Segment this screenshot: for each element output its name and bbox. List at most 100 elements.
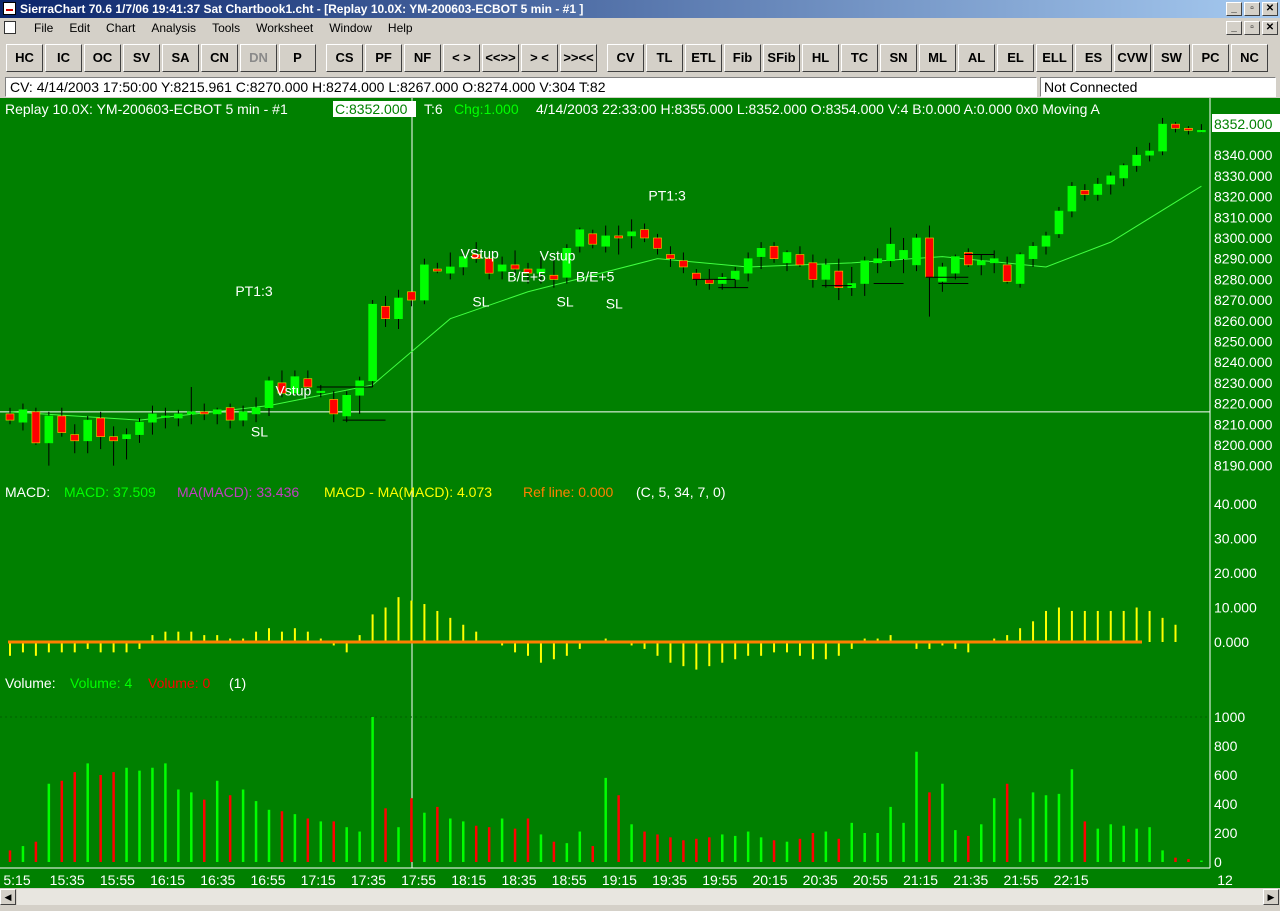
price-tick-label: 8300.000 xyxy=(1214,230,1273,246)
menu-worksheet[interactable]: Worksheet xyxy=(248,18,321,38)
toolbar-button-cv[interactable]: CV xyxy=(607,44,644,72)
candle-body xyxy=(679,260,688,268)
toolbar-button-tc[interactable]: TC xyxy=(841,44,878,72)
toolbar-button-cvw[interactable]: CVW xyxy=(1114,44,1151,72)
toolbar-button-fib[interactable]: Fib xyxy=(724,44,761,72)
toolbar-button-cn[interactable]: CN xyxy=(201,44,238,72)
toolbar-button-13[interactable]: > < xyxy=(521,44,558,72)
time-tick-label: 19:55 xyxy=(702,872,737,888)
scroll-track[interactable] xyxy=(17,889,1263,905)
toolbar-button-etl[interactable]: ETL xyxy=(685,44,722,72)
candle-body xyxy=(821,264,831,280)
app-icon[interactable] xyxy=(3,2,16,15)
time-tick-label: 16:55 xyxy=(250,872,285,888)
document-icon[interactable] xyxy=(4,21,16,34)
child-minimize-button[interactable]: _ xyxy=(1226,21,1242,35)
time-tick-label: 16:35 xyxy=(200,872,235,888)
chart-area[interactable]: Replay 10.0X: YM-200603-ECBOT 5 min - #1… xyxy=(0,98,1280,888)
toolbar-button-ml[interactable]: ML xyxy=(919,44,956,72)
close-button[interactable]: ✕ xyxy=(1262,2,1278,16)
toolbar-button-hc[interactable]: HC xyxy=(6,44,43,72)
minimize-button[interactable]: _ xyxy=(1226,2,1242,16)
scroll-left-arrow-icon[interactable]: ◀ xyxy=(0,889,16,905)
toolbar-button-p[interactable]: P xyxy=(279,44,316,72)
volume-down-value: Volume: 0 xyxy=(148,675,210,691)
toolbar-button-nf[interactable]: NF xyxy=(404,44,441,72)
maximize-button[interactable]: ▫ xyxy=(1244,2,1260,16)
toolbar-button-12[interactable]: <<>> xyxy=(482,44,519,72)
candle-body xyxy=(1002,264,1012,282)
horizontal-scrollbar[interactable]: ◀ ▶ xyxy=(0,888,1280,906)
candle-body xyxy=(420,264,429,301)
toolbar-button-tl[interactable]: TL xyxy=(646,44,683,72)
candle-body xyxy=(5,413,15,421)
price-tick-label: 8310.000 xyxy=(1214,209,1273,225)
candle-body xyxy=(1015,254,1025,284)
price-tick-label: 8220.000 xyxy=(1214,396,1273,412)
candle-body xyxy=(666,254,675,259)
candle-body xyxy=(109,436,118,442)
menu-tools[interactable]: Tools xyxy=(204,18,248,38)
time-tick-label: 21:35 xyxy=(953,872,988,888)
toolbar-button-oc[interactable]: OC xyxy=(84,44,121,72)
candle-body xyxy=(148,413,157,423)
candle-body xyxy=(1132,154,1141,166)
candle-body xyxy=(1067,185,1077,212)
time-tick-label: 20:35 xyxy=(803,872,838,888)
candle-body xyxy=(653,237,662,249)
toolbar-button-sfib[interactable]: SFib xyxy=(763,44,800,72)
toolbar: HC IC OC SV SA CN DN P CS PF NF < > <<>> > < >><< CV TL E… xyxy=(0,40,1280,74)
toolbar-button-pc[interactable]: PC xyxy=(1192,44,1229,72)
toolbar-button-es[interactable]: ES xyxy=(1075,44,1112,72)
toolbar-button-hl[interactable]: HL xyxy=(802,44,839,72)
price-tick-label: 8330.000 xyxy=(1214,168,1273,184)
toolbar-button-nc[interactable]: NC xyxy=(1231,44,1268,72)
toolbar-button-el[interactable]: EL xyxy=(997,44,1034,72)
toolbar-button-ell[interactable]: ELL xyxy=(1036,44,1073,72)
macd-tick-label: 0.000 xyxy=(1214,634,1249,650)
toolbar-button-pf[interactable]: PF xyxy=(365,44,402,72)
menu-help[interactable]: Help xyxy=(380,18,421,38)
chart-annotation: Vstup xyxy=(540,248,576,264)
child-close-button[interactable]: ✕ xyxy=(1262,21,1278,35)
candle-body xyxy=(1145,150,1154,156)
candle-body xyxy=(627,231,636,237)
scroll-right-arrow-icon[interactable]: ▶ xyxy=(1263,889,1279,905)
candle-body xyxy=(601,235,611,247)
toolbar-button-cs[interactable]: CS xyxy=(326,44,363,72)
candle-body xyxy=(238,411,248,421)
time-tick-label: 20:55 xyxy=(853,872,888,888)
candle-body xyxy=(174,413,183,419)
candle-body xyxy=(795,254,805,266)
candle-body xyxy=(1041,235,1051,247)
toolbar-button-al[interactable]: AL xyxy=(958,44,995,72)
child-restore-button[interactable]: ▫ xyxy=(1244,21,1260,35)
volume-value: Volume: 4 xyxy=(70,675,132,691)
menu-file[interactable]: File xyxy=(26,18,61,38)
chart-header-ticks: T:6 xyxy=(424,101,443,117)
toolbar-button-sa[interactable]: SA xyxy=(162,44,199,72)
chart-canvas[interactable]: Replay 10.0X: YM-200603-ECBOT 5 min - #1… xyxy=(0,98,1280,888)
menu-analysis[interactable]: Analysis xyxy=(143,18,204,38)
menu-bar: File Edit Chart Analysis Tools Worksheet Windo… xyxy=(0,18,1280,38)
menu-chart[interactable]: Chart xyxy=(98,18,143,38)
window-title-bar[interactable]: SierraChart 70.6 1/7/06 19:41:37 Sat Cha… xyxy=(0,0,1280,18)
toolbar-button-14[interactable]: >><< xyxy=(560,44,597,72)
candle-body xyxy=(1119,165,1128,179)
candle-body xyxy=(212,409,222,415)
macd-tick-label: 30.000 xyxy=(1214,531,1257,547)
candle-body xyxy=(96,417,105,437)
macd-tick-label: 40.000 xyxy=(1214,496,1257,512)
time-tick-label: 5:15 xyxy=(3,872,30,888)
price-tick-label: 8210.000 xyxy=(1214,416,1273,432)
toolbar-button-sn[interactable]: SN xyxy=(880,44,917,72)
toolbar-button-dn[interactable]: DN xyxy=(240,44,277,72)
toolbar-button-sw[interactable]: SW xyxy=(1153,44,1190,72)
candle-body xyxy=(135,421,144,435)
toolbar-button-sv[interactable]: SV xyxy=(123,44,160,72)
menu-edit[interactable]: Edit xyxy=(61,18,98,38)
candle-body xyxy=(756,248,766,257)
toolbar-button-ic[interactable]: IC xyxy=(45,44,82,72)
menu-window[interactable]: Window xyxy=(321,18,380,38)
toolbar-button-11[interactable]: < > xyxy=(443,44,480,72)
